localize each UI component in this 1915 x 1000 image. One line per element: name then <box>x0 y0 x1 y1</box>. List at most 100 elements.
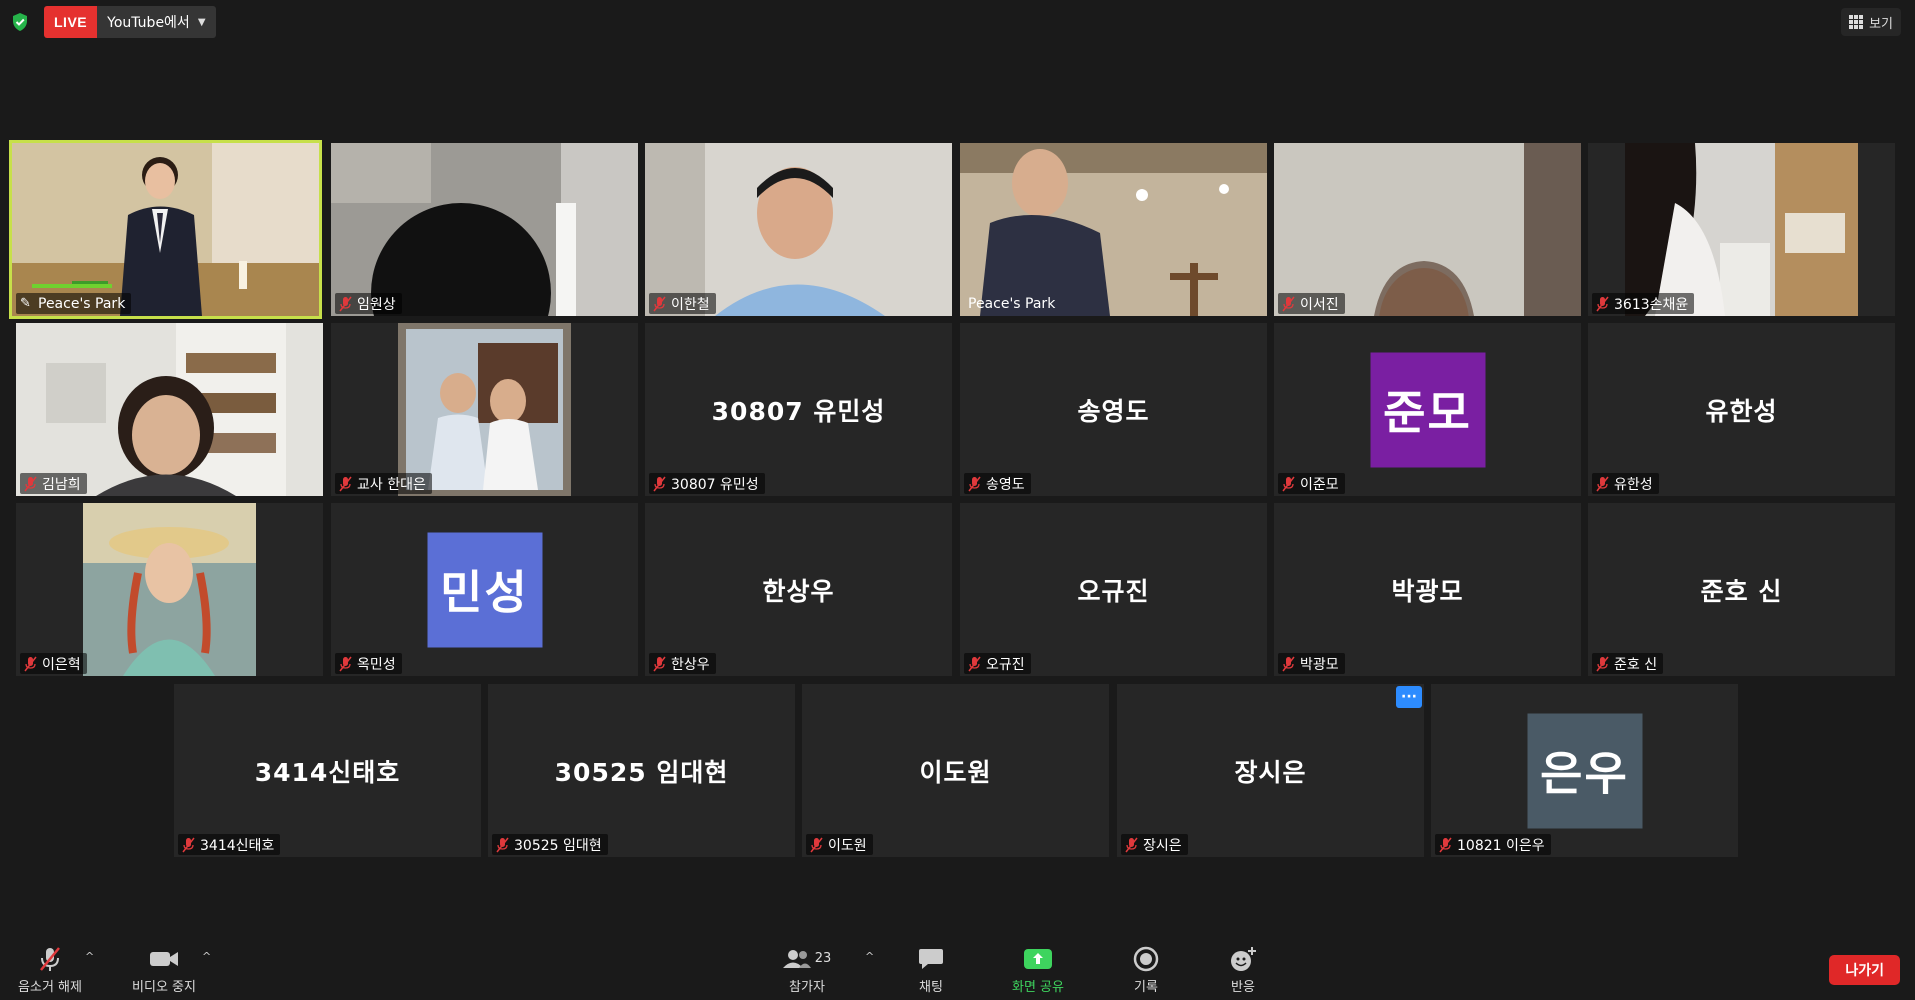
participant-video <box>1625 143 1858 316</box>
meeting-controls-toolbar: 음소거 해제 ^ 비디오 중지 ^ 23 참가자 ^ 채팅 화면 공유 기록 반… <box>0 940 1915 1000</box>
participant-avatar-photo <box>398 323 571 496</box>
participant-tile[interactable]: 30525 임대현 30525 임대현 <box>488 684 795 857</box>
participant-tile[interactable]: 민성 옥민성 <box>331 503 638 676</box>
mic-muted-icon <box>810 837 823 853</box>
mic-off-icon <box>39 946 61 972</box>
participant-tile[interactable]: 이서진 <box>1274 143 1581 316</box>
unmute-button[interactable]: 음소거 해제 <box>8 940 92 1000</box>
participant-name: 오규진 <box>986 656 1025 673</box>
speaker-video-frame <box>12 143 319 316</box>
participant-nameplate: 준호 신 <box>1592 653 1664 674</box>
mic-muted-icon <box>24 476 37 492</box>
participant-display-name: 장시은 <box>1234 757 1307 787</box>
mic-muted-icon <box>968 476 981 492</box>
participant-name: 김남희 <box>42 476 81 493</box>
participant-video <box>331 143 638 316</box>
participant-tile[interactable]: 이도원 이도원 <box>802 684 1109 857</box>
mic-muted-icon <box>182 837 195 853</box>
participant-name: Peace's Park <box>968 295 1056 312</box>
participant-name: 30525 임대현 <box>514 837 602 854</box>
chat-button[interactable]: 채팅 <box>900 940 962 1000</box>
participant-display-name: 준호 신 <box>1700 576 1783 606</box>
participant-tile[interactable]: 준호 신 준호 신 <box>1588 503 1895 676</box>
participant-display-name: 이도원 <box>919 757 992 787</box>
chat-label: 채팅 <box>919 979 943 995</box>
participant-tile[interactable]: 김남희 <box>16 323 323 496</box>
participant-name: 30807 유민성 <box>671 476 759 493</box>
reactions-label: 반응 <box>1231 979 1255 995</box>
participant-name: 3613손채윤 <box>1614 296 1689 313</box>
leave-meeting-button[interactable]: 나가기 <box>1829 955 1900 985</box>
mic-muted-icon <box>653 476 666 492</box>
mic-muted-icon <box>1125 837 1138 853</box>
stop-video-button[interactable]: 비디오 중지 <box>120 940 208 1000</box>
participant-video <box>960 143 1267 316</box>
participant-name: 이한철 <box>671 296 710 313</box>
video-options-caret-icon[interactable]: ^ <box>202 950 211 963</box>
participant-nameplate: ✎ Peace's Park <box>16 293 132 314</box>
participant-name: 10821 이은우 <box>1457 837 1545 854</box>
participant-display-name: 송영도 <box>1077 396 1150 426</box>
participant-nameplate: 3613손채윤 <box>1592 293 1695 314</box>
mic-muted-icon <box>653 656 666 672</box>
participant-nameplate: 이은혁 <box>20 653 87 674</box>
participant-tile[interactable]: 이은혁 <box>16 503 323 676</box>
participant-avatar-photo <box>83 503 256 676</box>
participant-tile[interactable]: 송영도 송영도 <box>960 323 1267 496</box>
participant-name: 이서진 <box>1300 296 1339 313</box>
mic-muted-icon <box>653 296 666 312</box>
audio-options-caret-icon[interactable]: ^ <box>85 950 94 963</box>
more-options-button[interactable]: ··· <box>1396 686 1422 708</box>
mic-muted-icon <box>1282 656 1295 672</box>
participant-tile[interactable]: Peace's Park <box>960 143 1267 316</box>
participant-nameplate: 이준모 <box>1278 473 1345 494</box>
mic-muted-icon <box>1282 296 1295 312</box>
participant-name: 송영도 <box>986 476 1025 493</box>
participant-tile[interactable]: 유한성 유한성 <box>1588 323 1895 496</box>
participant-nameplate: 임원상 <box>335 293 402 314</box>
participant-video <box>16 323 323 496</box>
participant-tile[interactable]: 오규진 오규진 <box>960 503 1267 676</box>
participant-tile[interactable]: 3613손채윤 <box>1588 143 1895 316</box>
participant-tile[interactable]: 한상우 한상우 <box>645 503 952 676</box>
participant-name: 이은혁 <box>42 656 81 673</box>
mic-muted-icon <box>1439 837 1452 853</box>
share-screen-button[interactable]: 화면 공유 <box>1000 940 1076 1000</box>
participant-video <box>1274 143 1581 316</box>
participant-nameplate: 박광모 <box>1278 653 1345 674</box>
participant-tile[interactable]: 은우 10821 이은우 <box>1431 684 1738 857</box>
share-screen-label: 화면 공유 <box>1012 979 1064 995</box>
video-gallery: ✎ Peace's Park 임원상 이한철 Peace's Park 이서진 … <box>0 0 1915 940</box>
participant-nameplate: 옥민성 <box>335 653 402 674</box>
participants-button[interactable]: 23 참가자 <box>772 940 842 1000</box>
participant-tile[interactable]: 3414신태호 3414신태호 <box>174 684 481 857</box>
reactions-button[interactable]: 반응 <box>1212 940 1274 1000</box>
participant-display-name: 30807 유민성 <box>711 396 886 426</box>
participant-tile[interactable]: ✎ Peace's Park <box>9 140 322 319</box>
participants-options-caret-icon[interactable]: ^ <box>865 950 874 963</box>
participant-name: 3414신태호 <box>200 837 275 854</box>
participant-name: 준호 신 <box>1614 656 1658 673</box>
participant-nameplate: 이도원 <box>806 834 873 855</box>
participant-name: 이준모 <box>1300 476 1339 493</box>
participant-tile[interactable]: 박광모 박광모 <box>1274 503 1581 676</box>
participant-name: 장시은 <box>1143 837 1182 854</box>
participant-tile[interactable]: 30807 유민성 30807 유민성 <box>645 323 952 496</box>
pin-icon: ✎ <box>20 295 31 311</box>
record-label: 기록 <box>1134 979 1158 995</box>
participant-tile[interactable]: 이한철 <box>645 143 952 316</box>
record-button[interactable]: 기록 <box>1115 940 1177 1000</box>
record-icon <box>1133 946 1159 972</box>
participant-initials-avatar: 은우 <box>1527 713 1642 828</box>
participant-display-name: 박광모 <box>1391 576 1464 606</box>
participant-tile[interactable]: 임원상 <box>331 143 638 316</box>
emoji-plus-icon <box>1229 946 1257 972</box>
participant-tile[interactable]: 교사 한대은 <box>331 323 638 496</box>
chat-bubble-icon <box>918 946 944 972</box>
participant-tile[interactable]: 장시은 ··· 장시은 <box>1117 684 1424 857</box>
mic-muted-icon <box>1596 476 1609 492</box>
participant-initials-avatar: 민성 <box>427 532 542 647</box>
participant-tile[interactable]: 준모 이준모 <box>1274 323 1581 496</box>
participant-initials-avatar: 준모 <box>1370 352 1485 467</box>
participant-nameplate: Peace's Park <box>964 293 1061 314</box>
